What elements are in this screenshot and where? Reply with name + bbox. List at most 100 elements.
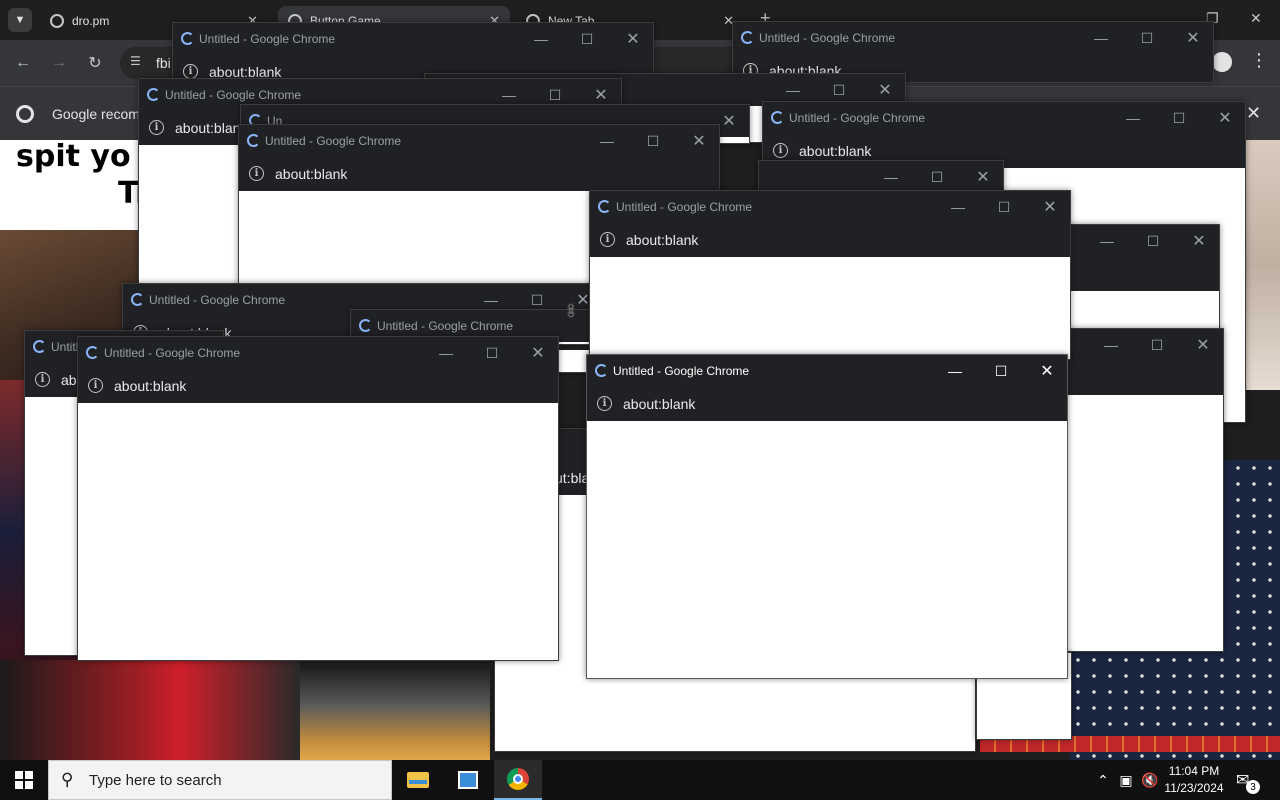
window-url-bar[interactable]: i about:blank [78, 369, 558, 403]
window-url-bar[interactable]: i about:blank [587, 387, 1067, 421]
window-url: about:blank [799, 143, 872, 159]
search-placeholder: Type here to search [89, 772, 222, 789]
folder-icon [407, 772, 429, 788]
loading-spinner-icon [771, 111, 784, 124]
store-icon [458, 771, 478, 789]
popup-window[interactable]: Untitled - Google Chrome — ☐ ✕ i about:b… [589, 190, 1071, 360]
window-title: Untitled - Google Chrome [149, 293, 286, 307]
maximize-icon[interactable]: ☐ [577, 29, 597, 49]
tab-search-button[interactable]: ▼ [8, 8, 32, 32]
popup-window[interactable]: Untitled - Google Chrome — ☐ ✕ i about:b… [77, 336, 559, 661]
close-icon[interactable]: ✕ [1040, 197, 1060, 217]
notification-count-badge: 3 [1246, 780, 1260, 794]
close-icon[interactable]: ✕ [623, 29, 643, 49]
maximize-icon[interactable]: ☐ [829, 80, 849, 100]
info-icon[interactable]: i [183, 64, 198, 79]
close-icon[interactable]: ✕ [591, 85, 611, 105]
network-icon[interactable]: ▣ [1116, 760, 1136, 800]
info-icon[interactable]: i [149, 120, 164, 135]
photo [0, 660, 300, 760]
tab-label: dro.pm [72, 14, 110, 28]
info-icon[interactable]: i [35, 372, 50, 387]
maximize-icon[interactable]: ☐ [927, 167, 947, 187]
window-titlebar[interactable]: Untitled - Google Chrome — ☐ ✕ [590, 191, 1070, 223]
clock[interactable]: 11:04 PM 11/23/2024 [1160, 763, 1228, 797]
close-icon[interactable]: ✕ [973, 167, 993, 187]
info-icon[interactable]: i [88, 378, 103, 393]
minimize-icon[interactable]: — [945, 361, 965, 381]
minimize-icon[interactable]: — [481, 290, 501, 310]
minimize-icon[interactable]: — [1091, 28, 1111, 48]
maximize-icon[interactable]: ☐ [545, 85, 565, 105]
maximize-icon[interactable]: ☐ [994, 197, 1014, 217]
taskbar-chrome[interactable] [494, 760, 542, 800]
close-icon[interactable]: ✕ [1037, 361, 1057, 381]
close-icon[interactable]: ✕ [1189, 231, 1209, 251]
loading-spinner-icon [359, 319, 372, 332]
window-titlebar[interactable]: Untitled - Google Chrome — ☐ ✕ [239, 125, 719, 157]
maximize-icon[interactable]: ☐ [1137, 28, 1157, 48]
taskbar-store[interactable] [444, 760, 492, 800]
minimize-icon[interactable]: — [1101, 335, 1121, 355]
window-url: about:blank [275, 166, 348, 182]
popup-window[interactable]: — ☐ ✕ [758, 160, 1004, 192]
close-icon[interactable]: ✕ [1250, 10, 1262, 27]
window-titlebar[interactable]: Untitled - Google Chrome — ☐ ✕ [78, 337, 558, 369]
close-icon[interactable]: ✕ [875, 80, 895, 100]
close-icon[interactable]: ✕ [1183, 28, 1203, 48]
window-titlebar[interactable]: Untitled - Google Chrome — ☐ ✕ [733, 22, 1213, 54]
maximize-icon[interactable]: ☐ [643, 131, 663, 151]
window-title: Untitled - Google Chrome [165, 88, 302, 102]
info-icon[interactable]: i [249, 166, 264, 181]
back-arrow-icon[interactable]: ← [12, 52, 34, 74]
close-icon[interactable]: ✕ [1246, 103, 1261, 124]
maximize-icon[interactable]: ☐ [1147, 335, 1167, 355]
info-icon[interactable]: i [600, 232, 615, 247]
window-titlebar[interactable]: Untitled - Google Chrome — ☐ ✕ [587, 355, 1067, 387]
window-titlebar[interactable]: Untitled - Google Chrome — ☐ ✕ [173, 23, 653, 55]
close-icon[interactable]: ✕ [1215, 108, 1235, 128]
info-icon[interactable]: i [597, 396, 612, 411]
chevron-up-icon[interactable]: ⌃ [1094, 760, 1112, 800]
focused-popup-window[interactable]: Untitled - Google Chrome — ☐ ✕ i about:b… [586, 354, 1068, 679]
window-titlebar[interactable]: Untitled - Google Chrome — ☐ ✕ [763, 102, 1245, 134]
minimize-icon[interactable]: — [1123, 108, 1143, 128]
window-titlebar[interactable]: — ☐ ✕ [759, 161, 1003, 191]
maximize-icon[interactable]: ☐ [527, 290, 547, 310]
close-icon[interactable]: ✕ [719, 111, 739, 131]
profile-avatar-icon[interactable] [1212, 52, 1232, 72]
window-url-bar[interactable]: i about:blank [239, 157, 719, 191]
reload-icon[interactable]: ↻ [84, 52, 106, 74]
start-button[interactable] [0, 760, 48, 800]
window-title: Untitled - Google Chrome [199, 32, 336, 46]
minimize-icon[interactable]: — [783, 80, 803, 100]
chrome-icon [507, 768, 529, 790]
maximize-icon[interactable]: ☐ [1143, 231, 1163, 251]
maximize-icon[interactable]: ☐ [482, 343, 502, 363]
minimize-icon[interactable]: — [948, 197, 968, 217]
maximize-icon[interactable]: ☐ [991, 361, 1011, 381]
window-url-bar[interactable]: i about:blank [590, 223, 1070, 257]
maximize-icon[interactable]: ☐ [1169, 108, 1189, 128]
minimize-icon[interactable]: — [881, 167, 901, 187]
search-icon: ⚲ [61, 770, 74, 789]
taskbar-file-explorer[interactable] [394, 760, 442, 800]
close-icon[interactable]: ✕ [1193, 335, 1213, 355]
close-icon[interactable]: ✕ [689, 131, 709, 151]
info-icon[interactable]: i [773, 143, 788, 158]
site-settings-icon[interactable]: ☰ [130, 54, 146, 70]
minimize-icon[interactable]: — [1097, 231, 1117, 251]
menu-kebab-icon[interactable]: ⋮ [1250, 50, 1268, 71]
taskbar-search-box[interactable]: ⚲ Type here to search [48, 760, 392, 800]
minimize-icon[interactable]: — [499, 85, 519, 105]
volume-muted-icon[interactable]: 🔇 [1140, 760, 1160, 800]
minimize-icon[interactable]: — [531, 29, 551, 49]
loading-spinner-icon [741, 31, 754, 44]
window-url: about:blank [114, 378, 187, 394]
forward-arrow-icon[interactable]: → [48, 52, 70, 74]
minimize-icon[interactable]: — [597, 131, 617, 151]
loading-spinner-icon [595, 364, 608, 377]
minimize-icon[interactable]: — [436, 343, 456, 363]
loading-spinner-icon [598, 200, 611, 213]
close-icon[interactable]: ✕ [528, 343, 548, 363]
